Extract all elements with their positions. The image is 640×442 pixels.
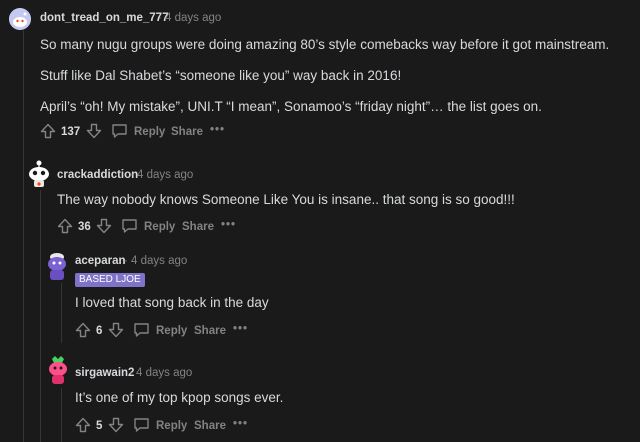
username[interactable]: crackaddiction bbox=[57, 169, 138, 181]
share-button[interactable]: Share bbox=[182, 221, 214, 233]
user-flair: BASED LJOE bbox=[75, 273, 145, 287]
comment-text: It’s one of my top kpop songs ever. bbox=[75, 390, 284, 405]
username[interactable]: sirgawain2 bbox=[75, 367, 134, 379]
upvote-icon[interactable] bbox=[57, 218, 73, 234]
reply-button[interactable]: Reply bbox=[144, 221, 175, 233]
timestamp[interactable]: · 4 days ago bbox=[130, 169, 193, 181]
username[interactable]: aceparan bbox=[75, 255, 126, 267]
reply-icon[interactable] bbox=[133, 322, 150, 338]
downvote-icon[interactable] bbox=[96, 218, 112, 234]
downvote-icon[interactable] bbox=[108, 322, 124, 338]
comment-text: The way nobody knows Someone Like You is… bbox=[57, 192, 515, 207]
reply-icon[interactable] bbox=[121, 218, 138, 234]
share-button[interactable]: Share bbox=[194, 420, 226, 432]
thread-line[interactable] bbox=[61, 388, 62, 442]
downvote-icon[interactable] bbox=[86, 123, 102, 139]
thread-line[interactable] bbox=[61, 283, 62, 343]
timestamp[interactable]: · 4 days ago bbox=[158, 12, 221, 24]
avatar[interactable] bbox=[26, 160, 52, 188]
reply-button[interactable]: Reply bbox=[156, 420, 187, 432]
more-options-button[interactable]: ••• bbox=[210, 124, 225, 136]
vote-count: 137 bbox=[61, 126, 81, 138]
comment-text: So many nugu groups were doing amazing 8… bbox=[40, 37, 610, 52]
more-options-button[interactable]: ••• bbox=[233, 323, 248, 335]
upvote-icon[interactable] bbox=[40, 123, 56, 139]
reply-button[interactable]: Reply bbox=[134, 126, 165, 138]
more-options-button[interactable]: ••• bbox=[221, 219, 236, 231]
upvote-icon[interactable] bbox=[75, 417, 91, 433]
comment-text: I loved that song back in the day bbox=[75, 295, 269, 310]
downvote-icon[interactable] bbox=[108, 417, 124, 433]
upvote-icon[interactable] bbox=[75, 322, 91, 338]
vote-count: 36 bbox=[78, 221, 91, 233]
timestamp[interactable]: · 4 days ago bbox=[124, 255, 187, 267]
thread-line[interactable] bbox=[40, 190, 41, 442]
avatar[interactable] bbox=[9, 8, 31, 30]
thread-line[interactable] bbox=[23, 30, 24, 442]
timestamp[interactable]: · 4 days ago bbox=[129, 367, 192, 379]
comment-text: April’s “oh! My mistake”, UNI.T “I mean”… bbox=[40, 99, 542, 114]
reply-icon[interactable] bbox=[111, 123, 128, 139]
vote-count: 6 bbox=[96, 325, 103, 337]
comment-text: Stuff like Dal Shabet’s “someone like yo… bbox=[40, 68, 402, 83]
avatar[interactable] bbox=[46, 355, 70, 385]
username[interactable]: dont_tread_on_me_777 bbox=[40, 12, 168, 24]
share-button[interactable]: Share bbox=[171, 126, 203, 138]
avatar[interactable] bbox=[45, 249, 69, 281]
reply-icon[interactable] bbox=[133, 417, 150, 433]
reply-button[interactable]: Reply bbox=[156, 325, 187, 337]
more-options-button[interactable]: ••• bbox=[233, 418, 248, 430]
share-button[interactable]: Share bbox=[194, 325, 226, 337]
vote-count: 5 bbox=[96, 420, 103, 432]
